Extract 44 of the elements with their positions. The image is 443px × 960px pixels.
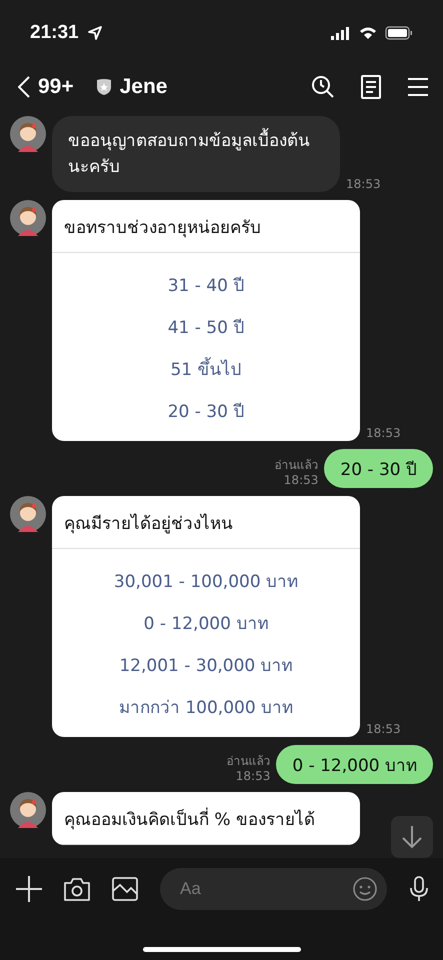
unread-count[interactable]: 99+ xyxy=(38,75,74,99)
answer-option[interactable]: 51 ขึ้นไป xyxy=(52,347,360,389)
message-bubble: ขออนุญาตสอบถามข้อมูลเบื้องต้นนะครับ xyxy=(52,116,340,192)
reply-bubble: 0 - 12,000 บาท xyxy=(276,745,433,784)
avatar-icon xyxy=(10,116,46,152)
answer-option[interactable]: 41 - 50 ปี xyxy=(52,305,360,347)
emoji-icon[interactable] xyxy=(353,877,377,901)
question-text: ขอทราบช่วงอายุหน่อยครับ xyxy=(52,200,360,253)
answer-option[interactable]: 31 - 40 ปี xyxy=(52,263,360,305)
arrow-down-icon xyxy=(401,825,423,849)
menu-icon[interactable] xyxy=(407,77,429,97)
shield-icon xyxy=(96,78,112,96)
message-time: 18:53 xyxy=(346,177,381,192)
read-receipt: อ่านแล้ว 18:53 xyxy=(274,458,318,488)
answer-option[interactable]: 12,001 - 30,000 บาท xyxy=(52,643,360,685)
question-text: คุณมีรายได้อยู่ช่วงไหน xyxy=(52,496,360,549)
battery-icon xyxy=(385,26,413,40)
message-time: 18:53 xyxy=(366,722,401,737)
search-icon[interactable] xyxy=(311,75,335,99)
plus-icon[interactable] xyxy=(16,876,42,902)
answer-option[interactable]: 20 - 30 ปี xyxy=(52,389,360,431)
back-icon[interactable] xyxy=(18,76,30,98)
microphone-icon[interactable] xyxy=(409,876,429,902)
avatar-icon xyxy=(10,200,46,236)
location-icon xyxy=(86,25,103,41)
message-time: 18:53 xyxy=(366,426,401,441)
answer-option[interactable]: มากกว่า 100,000 บาท xyxy=(52,685,360,727)
status-time: 21:31 xyxy=(30,22,79,44)
answer-option[interactable]: 30,001 - 100,000 บาท xyxy=(52,559,360,601)
wifi-icon xyxy=(359,26,377,40)
contact-name: Jene xyxy=(120,75,168,99)
message-input[interactable]: Aa xyxy=(178,878,353,900)
image-icon[interactable] xyxy=(112,877,138,901)
signal-icon xyxy=(331,26,351,40)
camera-icon[interactable] xyxy=(64,877,90,901)
note-icon[interactable] xyxy=(361,75,381,99)
answer-option[interactable]: 0 - 12,000 บาท xyxy=(52,601,360,643)
reply-bubble: 20 - 30 ปี xyxy=(324,449,433,488)
read-receipt: อ่านแล้ว 18:53 xyxy=(226,754,270,784)
scroll-down-button[interactable] xyxy=(391,816,433,858)
avatar-icon xyxy=(10,792,46,828)
question-text: คุณออมเงินคิดเป็นกี่ % ของรายได้ xyxy=(52,792,360,845)
avatar-icon xyxy=(10,496,46,532)
message-field[interactable]: Aa xyxy=(160,868,387,910)
